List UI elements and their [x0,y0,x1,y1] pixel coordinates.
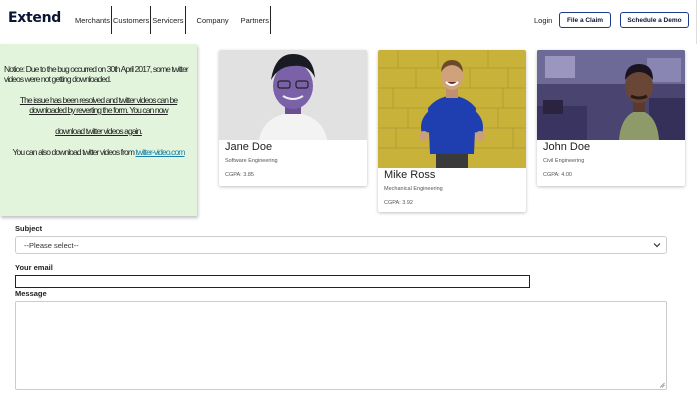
card-cgpa: CGPA: 3.85 [225,172,254,178]
card-name: John Doe [543,141,591,153]
subject-label: Subject [15,224,43,233]
notice-line-2: The issue has been resolved and twitter … [19,95,178,115]
nav-item-partners[interactable]: Partners [240,6,270,34]
email-field[interactable] [15,275,530,288]
email-label: Your email [15,263,53,272]
card-name: Mike Ross [384,169,436,181]
card-department: Civil Engineering [543,158,585,164]
card-department: Software Engineering [225,158,278,164]
nav-item-merchants[interactable]: Merchants [74,6,111,34]
card-name: Jane Doe [225,141,273,153]
profile-card-john-doe[interactable]: John Doe Civil Engineering CGPA: 4.00 [537,50,685,186]
notice-line-1: Notice: Due to the bug occurred on 30th … [4,64,189,84]
resize-grip-icon[interactable] [659,382,665,388]
subject-select-value: --Please select-- [24,240,79,250]
schedule-demo-button[interactable]: Schedule a Demo [620,12,689,28]
notice-line-3: download twitter videos again. [55,126,143,136]
message-textarea[interactable] [15,301,667,390]
card-cgpa: CGPA: 4.00 [543,172,572,178]
subject-select[interactable]: --Please select-- [15,236,667,254]
chevron-down-icon [653,243,661,248]
profile-photo-john-doe [537,50,685,140]
notice-line-4-text: You can also download twitter videos fro… [12,147,136,157]
login-link[interactable]: Login [534,16,552,25]
nav-item-customers[interactable]: Customers [112,6,150,34]
card-department: Mechanical Engineering [384,186,443,192]
message-label: Message [15,289,47,298]
window-edge [696,0,700,44]
profile-card-mike-ross[interactable]: Mike Ross Mechanical Engineering CGPA: 3… [378,50,526,212]
notice-link[interactable]: twitter-video.com [136,147,186,157]
card-cgpa: CGPA: 3.92 [384,200,413,206]
file-claim-button[interactable]: File a Claim [559,12,611,28]
profile-photo-mike-ross [378,50,526,168]
extend-logo[interactable]: Extend [8,10,61,26]
notice-line-4: You can also download twitter videos fro… [4,147,193,157]
nav-divider [270,6,272,34]
nav-item-company[interactable]: Company [196,6,230,34]
nav-item-servicers[interactable]: Servicers [151,6,184,34]
profile-photo-jane-doe [219,50,367,140]
notice-panel: Notice: Due to the bug occurred on 30th … [0,44,197,216]
nav-divider [184,6,186,34]
main-nav: Merchants Customers Servicers Company Pa… [74,6,272,34]
profile-card-jane-doe[interactable]: Jane Doe Software Engineering CGPA: 3.85 [219,50,367,186]
